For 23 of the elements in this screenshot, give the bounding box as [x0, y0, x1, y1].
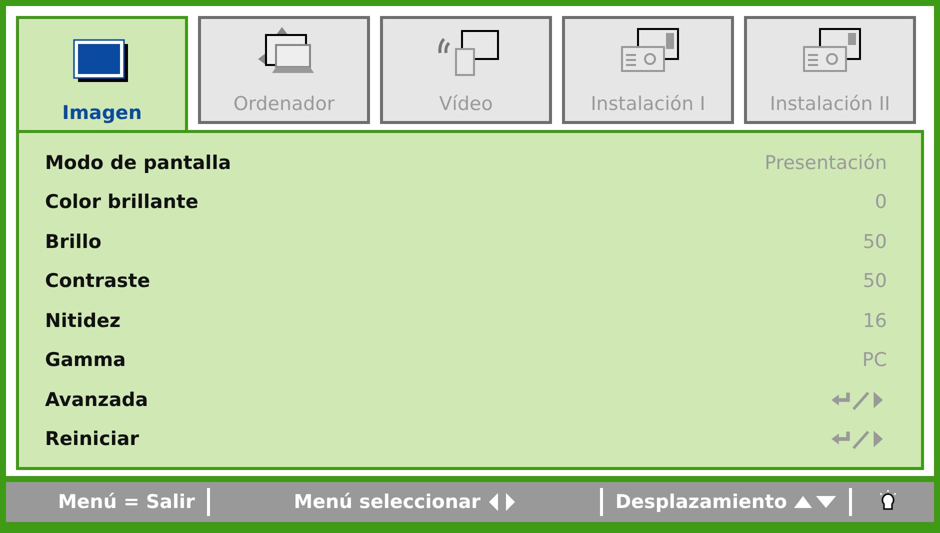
setting-value: 50 — [862, 270, 887, 292]
setting-value: 50 — [862, 230, 887, 253]
setting-label: Contraste — [45, 270, 150, 292]
status-hint: Menú = Salir — [58, 491, 195, 513]
status-hint: Desplazamiento — [615, 491, 787, 513]
setting-value: 16 — [862, 310, 887, 332]
setting-label: Modo de pantalla — [45, 152, 232, 174]
setting-value: Presentación — [764, 152, 887, 174]
menu-tab[interactable]: Ordenador — [198, 16, 370, 124]
setting-label: Reiniciar — [45, 428, 140, 450]
menu-tab[interactable]: Instalación II — [744, 16, 916, 124]
setting-label: Nitidez — [45, 310, 121, 332]
menu-tab[interactable]: Imagen — [16, 16, 188, 130]
setting-value: PC — [862, 349, 887, 372]
menu-tab[interactable]: Instalación I — [562, 16, 734, 124]
status-hint: Menú seleccionar — [294, 491, 481, 513]
setting-label: Color brillante — [45, 191, 198, 214]
menu-tab[interactable]: Vídeo — [380, 16, 552, 124]
setting-label: Brillo — [45, 230, 102, 253]
left-right-arrows-icon — [486, 492, 517, 512]
setting-label: Gamma — [45, 349, 126, 372]
setting-value: 0 — [874, 191, 887, 214]
setting-label: Avanzada — [45, 388, 148, 411]
